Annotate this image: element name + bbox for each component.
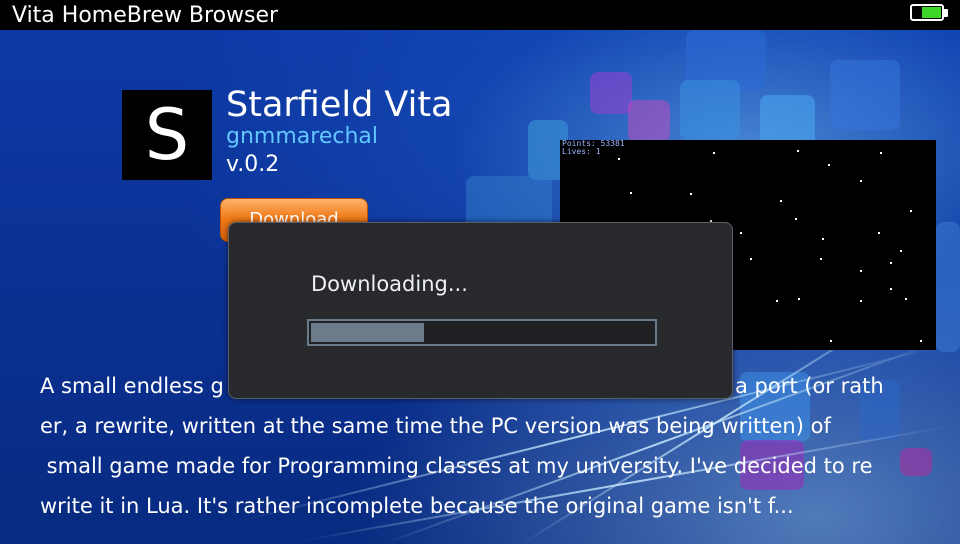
star [860, 270, 862, 272]
star [830, 340, 832, 342]
download-progress-bar [307, 319, 657, 346]
star [740, 232, 742, 234]
star [828, 164, 830, 166]
star [890, 288, 892, 290]
bg-tile [628, 100, 670, 142]
star [890, 262, 892, 264]
app-version: v.0.2 [226, 152, 280, 177]
star [618, 158, 620, 160]
star [860, 300, 862, 302]
app-name: Starfield Vita [226, 85, 453, 125]
description-line: a port (or rath [735, 374, 884, 398]
star [820, 258, 822, 260]
bg-tile [590, 72, 632, 114]
battery-terminal [944, 9, 948, 17]
bg-tile [680, 80, 740, 140]
star [750, 258, 752, 260]
description-line: write it in Lua. It's rather incomplete … [40, 494, 794, 518]
bg-tile [936, 222, 960, 352]
battery-icon [910, 4, 944, 21]
app-title: Vita HomeBrew Browser [12, 3, 279, 28]
app-author: gnmmarechal [226, 124, 378, 149]
star [920, 340, 922, 342]
preview-hud: Points: 53381 Lives: 1 [562, 140, 625, 156]
description-line: small game made for Programming classes … [40, 454, 873, 478]
progress-fill [311, 323, 424, 342]
star [798, 298, 800, 300]
status-bar: Vita HomeBrew Browser [0, 0, 960, 30]
star [797, 150, 799, 152]
download-progress-dialog: Downloading... [228, 222, 733, 399]
star [780, 200, 782, 202]
battery-level [921, 7, 941, 18]
star [880, 152, 882, 154]
star [690, 193, 692, 195]
star [905, 298, 907, 300]
app-icon: S [122, 90, 212, 180]
star [822, 238, 824, 240]
star [713, 152, 715, 154]
dialog-title: Downloading... [311, 272, 468, 296]
star [860, 180, 862, 182]
star [878, 232, 880, 234]
preview-lives: Lives: 1 [562, 147, 601, 156]
star [630, 192, 632, 194]
star [795, 218, 797, 220]
description-line: er, a rewrite, written at the same time … [40, 414, 831, 438]
app-icon-letter: S [144, 94, 190, 176]
bg-tile [830, 60, 900, 130]
star [900, 250, 902, 252]
star [776, 300, 778, 302]
star [910, 210, 912, 212]
